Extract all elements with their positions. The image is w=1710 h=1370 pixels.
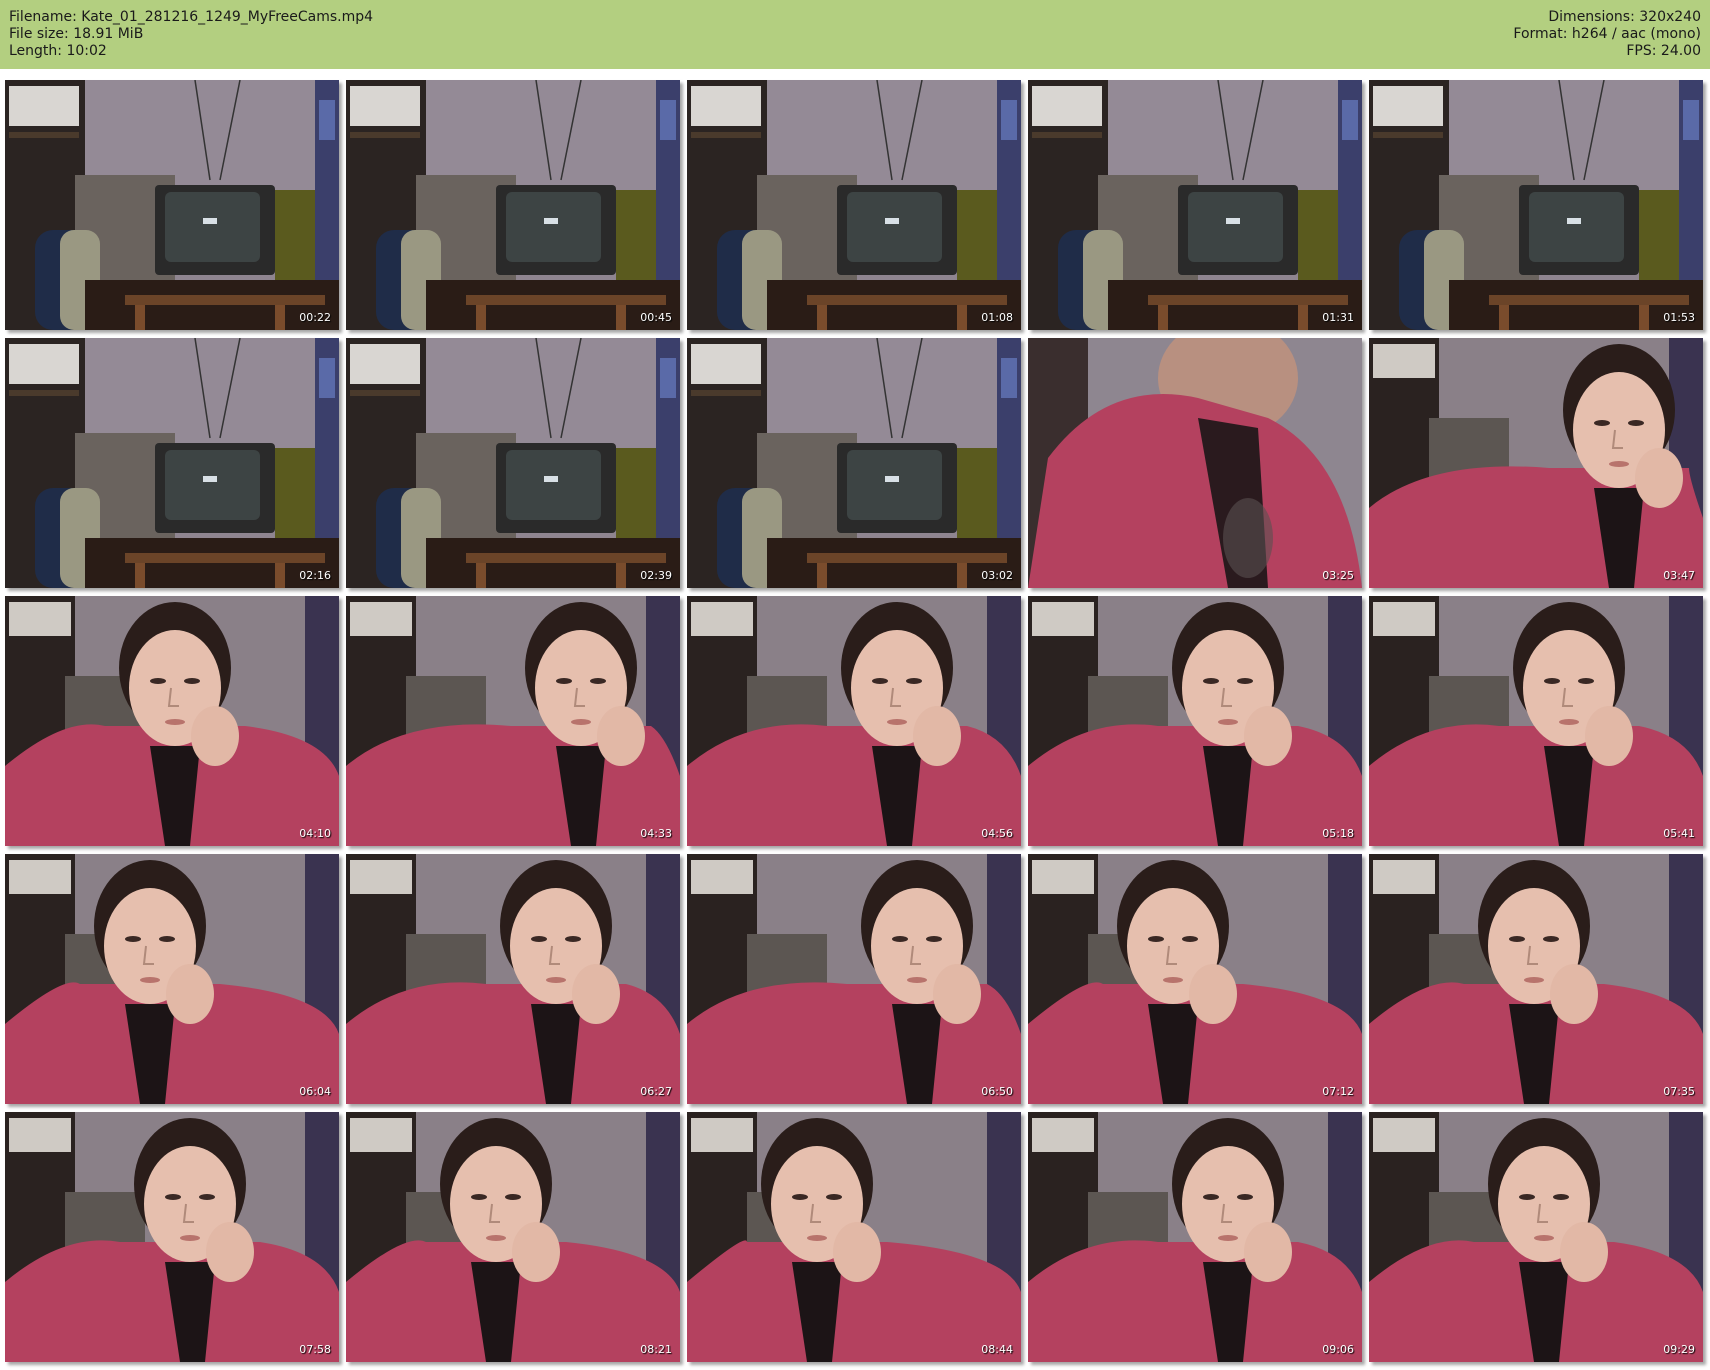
frame-timestamp: 02:39: [640, 569, 672, 582]
video-frame-thumbnail: 03:02: [687, 338, 1021, 588]
video-frame-thumbnail: 09:06: [1028, 1112, 1362, 1362]
frame-timestamp: 00:45: [640, 311, 672, 324]
frame-timestamp: 06:50: [981, 1085, 1013, 1098]
person-webcam-image: [1028, 1112, 1362, 1362]
video-frame-thumbnail: 01:53: [1369, 80, 1703, 330]
frame-timestamp: 04:56: [981, 827, 1013, 840]
frame-timestamp: 01:53: [1663, 311, 1695, 324]
room-scene-image: [5, 338, 339, 588]
frame-timestamp: 07:12: [1322, 1085, 1354, 1098]
video-frame-thumbnail: 07:12: [1028, 854, 1362, 1104]
video-frame-thumbnail: 04:56: [687, 596, 1021, 846]
video-frame-thumbnail: 02:16: [5, 338, 339, 588]
video-frame-thumbnail: 00:22: [5, 80, 339, 330]
frame-timestamp: 07:35: [1663, 1085, 1695, 1098]
frame-timestamp: 06:04: [299, 1085, 331, 1098]
video-frame-thumbnail: 01:08: [687, 80, 1021, 330]
frame-timestamp: 09:29: [1663, 1343, 1695, 1356]
video-frame-thumbnail: 07:58: [5, 1112, 339, 1362]
room-scene-image: [687, 80, 1021, 330]
frame-timestamp: 03:02: [981, 569, 1013, 582]
frame-timestamp: 01:08: [981, 311, 1013, 324]
person-webcam-image: [346, 1112, 680, 1362]
video-frame-thumbnail: 03:25: [1028, 338, 1362, 588]
person-webcam-image: [687, 854, 1021, 1104]
person-webcam-image: [687, 1112, 1021, 1362]
person-webcam-image: [1369, 1112, 1703, 1362]
video-frame-thumbnail: 05:18: [1028, 596, 1362, 846]
video-frame-thumbnail: 04:33: [346, 596, 680, 846]
frame-timestamp: 00:22: [299, 311, 331, 324]
video-frame-thumbnail: 03:47: [1369, 338, 1703, 588]
video-frame-thumbnail: 06:27: [346, 854, 680, 1104]
video-frame-thumbnail: 07:35: [1369, 854, 1703, 1104]
frame-timestamp: 04:33: [640, 827, 672, 840]
video-frame-thumbnail: 04:10: [5, 596, 339, 846]
room-scene-image: [1028, 80, 1362, 330]
video-frame-thumbnail: 05:41: [1369, 596, 1703, 846]
room-scene-image: [346, 80, 680, 330]
person-webcam-image: [1369, 596, 1703, 846]
person-webcam-image: [346, 854, 680, 1104]
frame-timestamp: 08:21: [640, 1343, 672, 1356]
room-scene-image: [5, 80, 339, 330]
thumbnail-grid: 00:22 00:45 01:08 01:31 01:53 02:16 02:3…: [0, 0, 1710, 1370]
room-scene-image: [1369, 80, 1703, 330]
motion-blur-image: [1028, 338, 1362, 588]
person-webcam-image: [1369, 854, 1703, 1104]
frame-timestamp: 05:41: [1663, 827, 1695, 840]
video-frame-thumbnail: 09:29: [1369, 1112, 1703, 1362]
frame-timestamp: 04:10: [299, 827, 331, 840]
room-scene-image: [687, 338, 1021, 588]
person-webcam-image: [1028, 854, 1362, 1104]
video-frame-thumbnail: 00:45: [346, 80, 680, 330]
person-webcam-image: [346, 596, 680, 846]
video-frame-thumbnail: 01:31: [1028, 80, 1362, 330]
person-webcam-image: [1369, 338, 1703, 588]
frame-timestamp: 01:31: [1322, 311, 1354, 324]
person-webcam-image: [5, 596, 339, 846]
frame-timestamp: 03:25: [1322, 569, 1354, 582]
person-webcam-image: [687, 596, 1021, 846]
person-webcam-image: [1028, 596, 1362, 846]
room-scene-image: [346, 338, 680, 588]
frame-timestamp: 06:27: [640, 1085, 672, 1098]
frame-timestamp: 05:18: [1322, 827, 1354, 840]
video-frame-thumbnail: 08:44: [687, 1112, 1021, 1362]
person-webcam-image: [5, 1112, 339, 1362]
video-frame-thumbnail: 08:21: [346, 1112, 680, 1362]
frame-timestamp: 07:58: [299, 1343, 331, 1356]
video-frame-thumbnail: 02:39: [346, 338, 680, 588]
frame-timestamp: 02:16: [299, 569, 331, 582]
frame-timestamp: 03:47: [1663, 569, 1695, 582]
person-webcam-image: [5, 854, 339, 1104]
frame-timestamp: 08:44: [981, 1343, 1013, 1356]
frame-timestamp: 09:06: [1322, 1343, 1354, 1356]
video-frame-thumbnail: 06:50: [687, 854, 1021, 1104]
video-frame-thumbnail: 06:04: [5, 854, 339, 1104]
